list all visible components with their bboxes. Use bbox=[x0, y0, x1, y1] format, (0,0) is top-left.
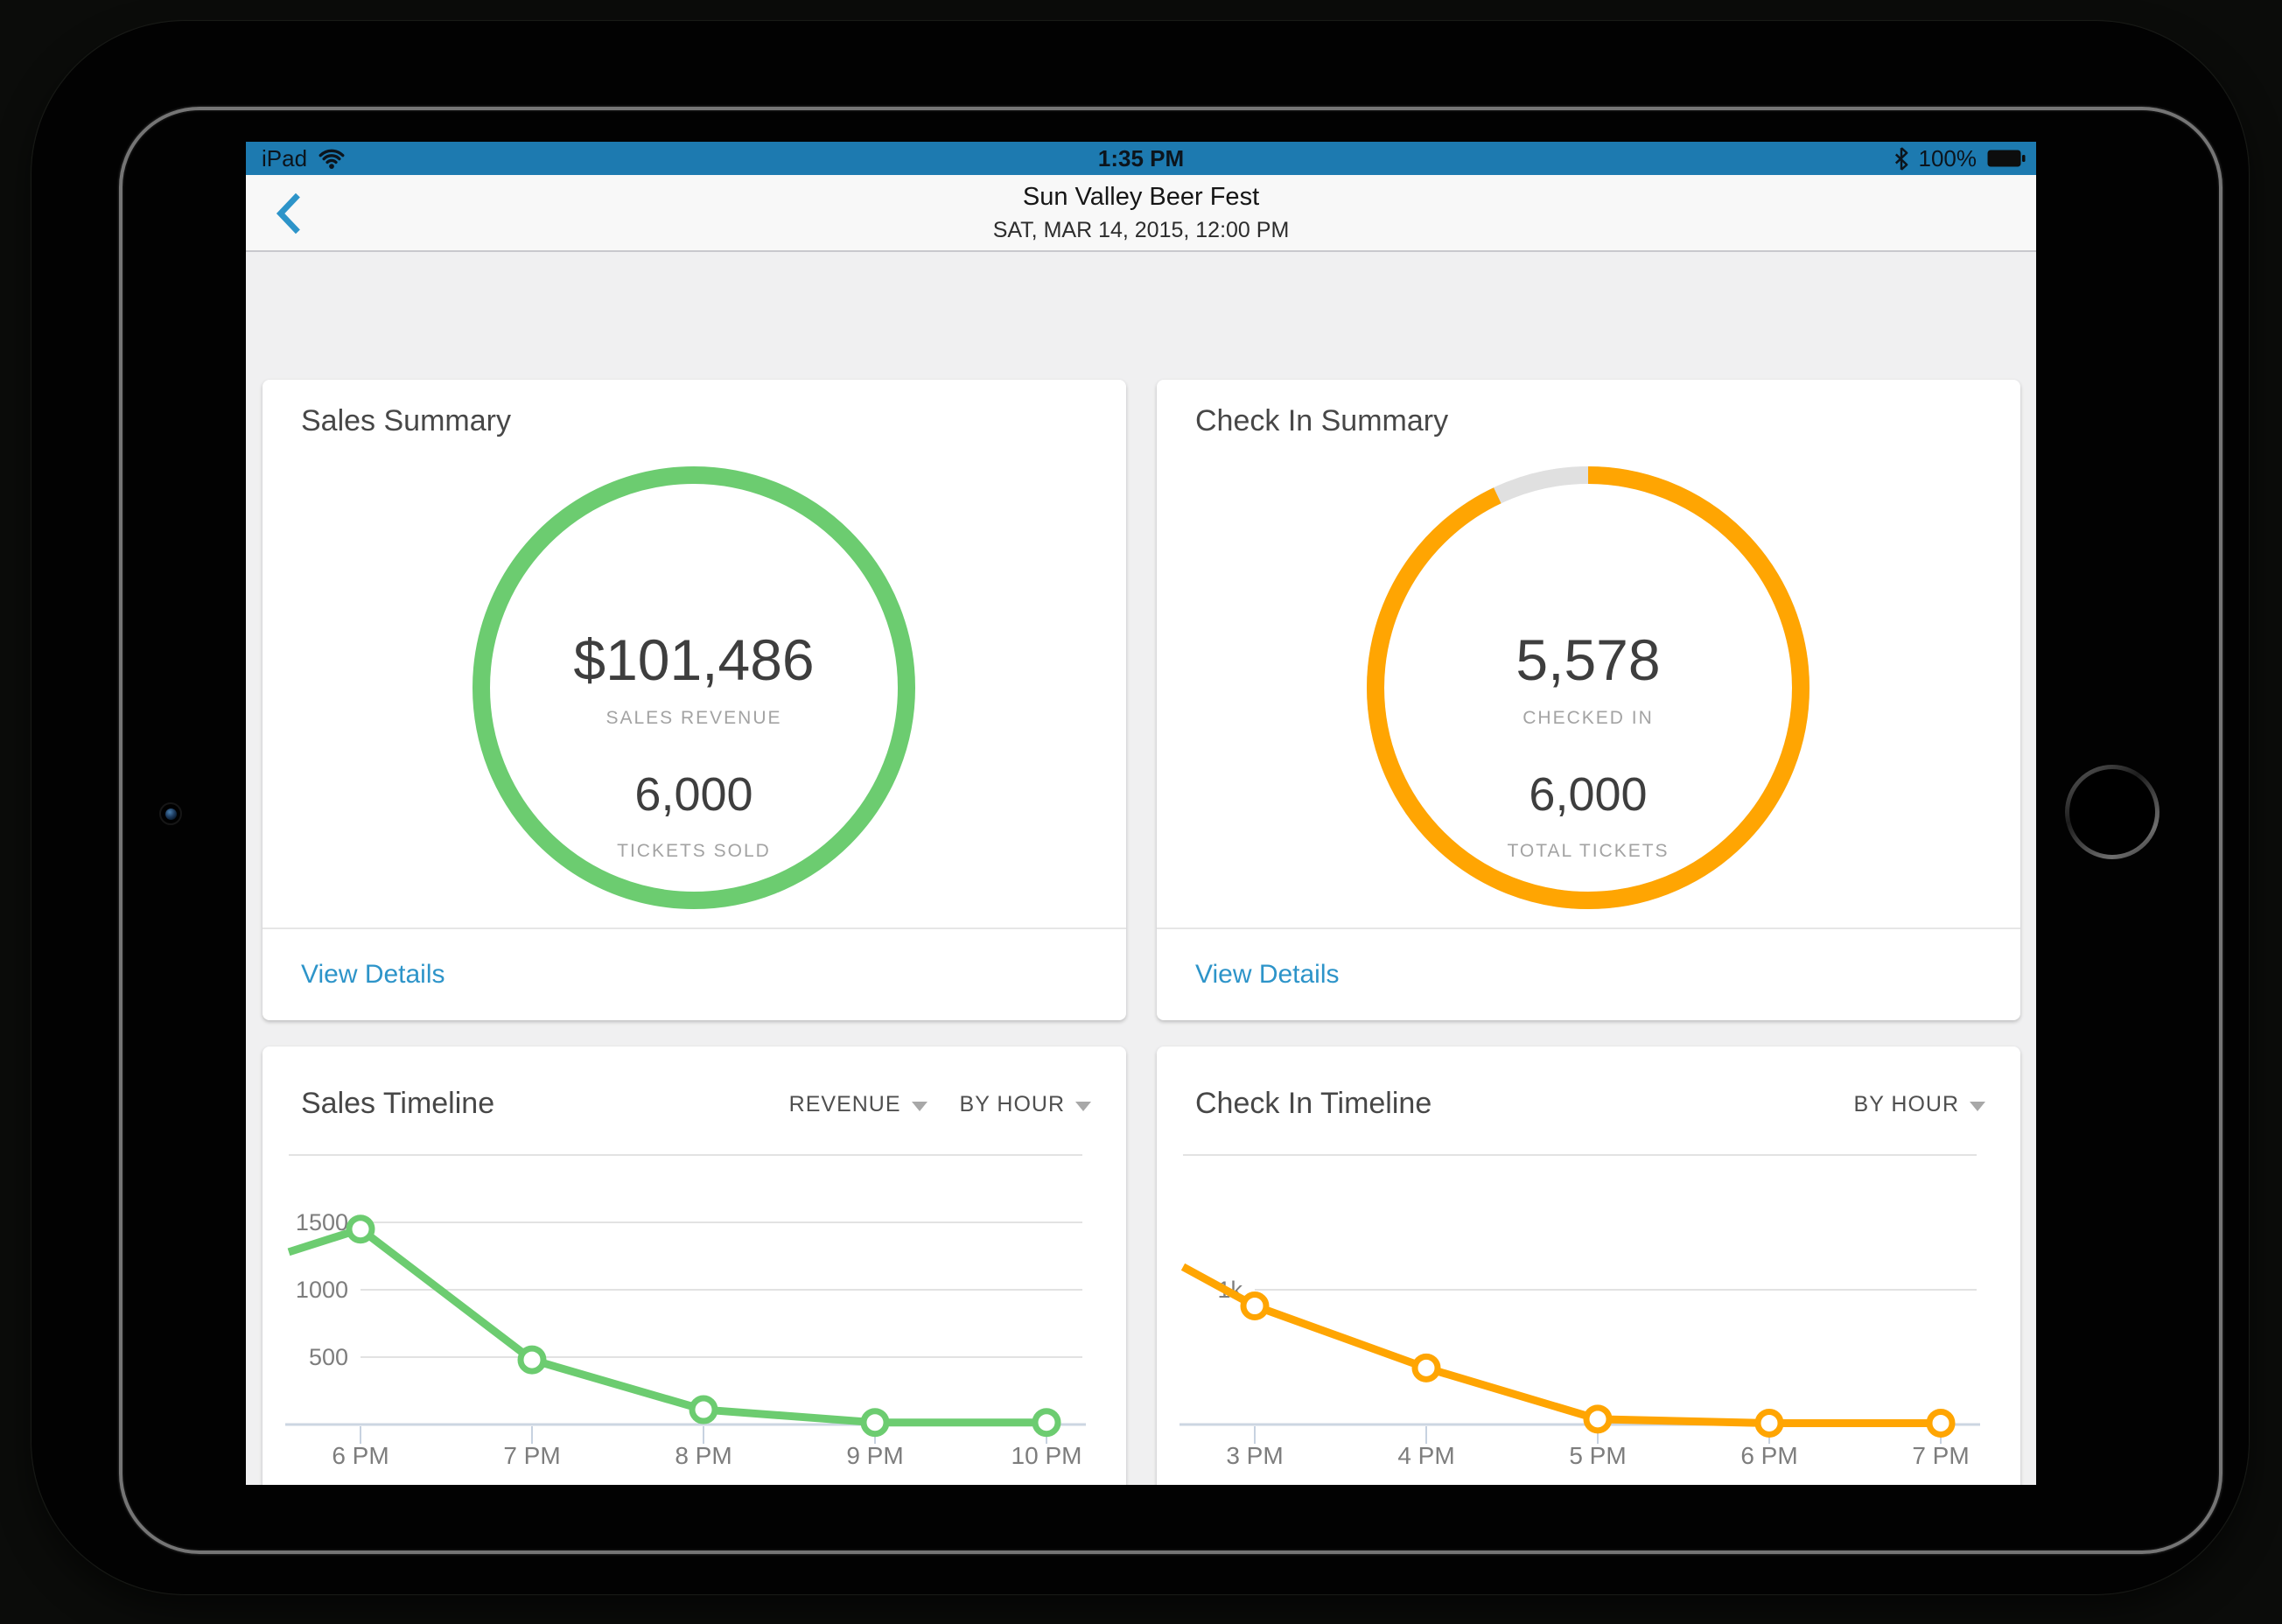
front-camera bbox=[159, 802, 182, 825]
bluetooth-icon bbox=[1894, 147, 1908, 171]
carrier-label: iPad bbox=[262, 145, 307, 172]
svg-text:3 PM: 3 PM bbox=[1226, 1442, 1283, 1469]
checkin-summary-title: Check In Summary bbox=[1195, 404, 1448, 438]
metric-dropdown-label: REVENUE bbox=[789, 1092, 901, 1117]
svg-text:7 PM: 7 PM bbox=[1912, 1442, 1969, 1469]
svg-text:4 PM: 4 PM bbox=[1397, 1442, 1454, 1469]
caret-down-icon bbox=[1970, 1102, 1985, 1111]
svg-text:10 PM: 10 PM bbox=[1012, 1442, 1082, 1469]
checked-in-value: 5,578 bbox=[1367, 630, 1810, 690]
checkin-summary-card: Check In Summary 5,578 CHECKED IN 6,000 … bbox=[1157, 380, 2020, 1020]
svg-text:7 PM: 7 PM bbox=[503, 1442, 560, 1469]
screenshot-stage: iPad 1:35 PM 100% bbox=[0, 0, 2282, 1624]
sales-interval-dropdown[interactable]: BY HOUR bbox=[960, 1092, 1091, 1117]
wifi-icon bbox=[318, 147, 346, 170]
nav-bar: Sun Valley Beer Fest SAT, MAR 14, 2015, … bbox=[246, 175, 2036, 252]
svg-text:9 PM: 9 PM bbox=[846, 1442, 903, 1469]
sales-revenue-ring: $101,486 SALES REVENUE 6,000 TICKETS SOL… bbox=[472, 466, 915, 909]
total-tickets-value: 6,000 bbox=[1367, 770, 1810, 819]
home-button[interactable] bbox=[2065, 765, 2160, 859]
sales-timeline-title: Sales Timeline bbox=[301, 1087, 494, 1121]
checkin-interval-dropdown[interactable]: BY HOUR bbox=[1854, 1092, 1985, 1117]
sales-view-details-row[interactable]: View Details bbox=[262, 928, 1126, 1020]
dashboard-content: Sales Summary $101,486 SALES REVENUE 6,0… bbox=[246, 252, 2036, 1485]
app-screen: iPad 1:35 PM 100% bbox=[246, 142, 2036, 1485]
sales-ring-text: $101,486 SALES REVENUE 6,000 TICKETS SOL… bbox=[472, 466, 915, 861]
checkin-interval-dropdown-label: BY HOUR bbox=[1854, 1092, 1959, 1117]
svg-text:5 PM: 5 PM bbox=[1569, 1442, 1626, 1469]
sales-timeline-card: 500100015006 PM7 PM8 PM9 PM10 PM Sales T… bbox=[262, 1046, 1126, 1485]
tickets-sold-label: TICKETS SOLD bbox=[472, 842, 915, 861]
sales-revenue-value: $101,486 bbox=[472, 630, 915, 690]
clock-label: 1:35 PM bbox=[1098, 145, 1184, 172]
svg-text:6 PM: 6 PM bbox=[1740, 1442, 1797, 1469]
total-tickets-label: TOTAL TICKETS bbox=[1367, 842, 1810, 861]
event-title: Sun Valley Beer Fest bbox=[1023, 183, 1259, 212]
checkin-timeline-title: Check In Timeline bbox=[1195, 1087, 1432, 1121]
sales-summary-card: Sales Summary $101,486 SALES REVENUE 6,0… bbox=[262, 380, 1126, 1020]
checkin-view-details-row[interactable]: View Details bbox=[1157, 928, 2020, 1020]
checkin-view-details-link[interactable]: View Details bbox=[1195, 960, 1340, 990]
sales-revenue-label: SALES REVENUE bbox=[472, 709, 915, 728]
svg-text:500: 500 bbox=[309, 1344, 348, 1370]
status-bar: iPad 1:35 PM 100% bbox=[246, 142, 2036, 175]
checkin-progress-ring: 5,578 CHECKED IN 6,000 TOTAL TICKETS bbox=[1367, 466, 1810, 909]
battery-icon bbox=[1987, 150, 2026, 167]
checked-in-label: CHECKED IN bbox=[1367, 709, 1810, 728]
sales-summary-title: Sales Summary bbox=[301, 404, 511, 438]
sales-view-details-link[interactable]: View Details bbox=[301, 960, 445, 990]
tickets-sold-value: 6,000 bbox=[472, 770, 915, 819]
svg-text:6 PM: 6 PM bbox=[332, 1442, 388, 1469]
sales-interval-dropdown-label: BY HOUR bbox=[960, 1092, 1065, 1117]
checkin-timeline-card: 1k3 PM4 PM5 PM6 PM7 PM Check In Timeline… bbox=[1157, 1046, 2020, 1485]
caret-down-icon bbox=[1075, 1102, 1091, 1111]
caret-down-icon bbox=[912, 1102, 928, 1111]
event-datetime: SAT, MAR 14, 2015, 12:00 PM bbox=[993, 218, 1290, 243]
camera-lens-icon bbox=[165, 808, 177, 820]
metric-dropdown[interactable]: REVENUE bbox=[789, 1092, 928, 1117]
svg-text:8 PM: 8 PM bbox=[675, 1442, 732, 1469]
svg-text:1000: 1000 bbox=[296, 1277, 348, 1303]
battery-percent-label: 100% bbox=[1919, 145, 1978, 172]
checkin-ring-text: 5,578 CHECKED IN 6,000 TOTAL TICKETS bbox=[1367, 466, 1810, 861]
